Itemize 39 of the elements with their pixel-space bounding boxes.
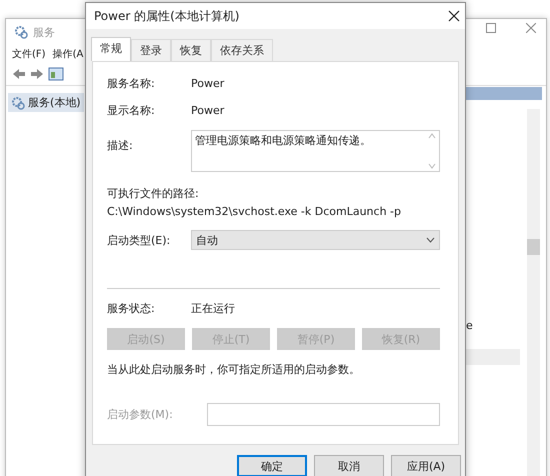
start-params-field[interactable]	[207, 403, 440, 426]
tab[interactable]: 登录	[131, 39, 171, 61]
field-label: 显示名称:	[107, 103, 156, 118]
status-value: 正在运行	[191, 301, 235, 316]
tab[interactable]: 依存关系	[211, 39, 273, 61]
tab[interactable]: 常规	[91, 37, 131, 61]
dialog-button[interactable]: 应用(A)	[391, 455, 461, 476]
field-value: Power	[191, 104, 224, 117]
scrollbar[interactable]	[527, 109, 540, 476]
scroll-up-icon[interactable]	[428, 133, 436, 139]
close-icon[interactable]	[447, 9, 461, 23]
window-title: 服务	[33, 24, 55, 40]
dialog-button[interactable]: 取消	[314, 455, 384, 476]
chevron-down-icon	[426, 237, 435, 243]
path-value: C:\Windows\system32\svchost.exe -k DcomLaunch -p	[107, 205, 402, 218]
console-tree-icon[interactable]	[48, 67, 64, 81]
menu-item[interactable]: 操作(A	[52, 47, 84, 61]
forward-icon[interactable]	[30, 68, 44, 80]
field-label: 启动类型(E):	[107, 232, 172, 248]
field-label: 可执行文件的路径:	[107, 186, 200, 201]
gear-icon	[14, 25, 28, 39]
field-value: Power	[191, 77, 224, 90]
description-box[interactable]: 管理电源策略和电源策略通知传递。	[191, 130, 440, 172]
field-label: 描述:	[107, 138, 134, 153]
menu-item[interactable]: 文件(F)	[12, 47, 46, 61]
startup-type-dropdown[interactable]: 自动	[191, 230, 440, 250]
field-label: 服务名称:	[107, 76, 156, 91]
maximize-icon[interactable]	[486, 23, 496, 33]
list-text: e	[466, 319, 473, 332]
field-label: 服务状态:	[107, 301, 156, 316]
field-label: 启动参数(M):	[107, 407, 174, 422]
gear-icon	[11, 96, 25, 110]
dialog-title: Power 的属性(本地计算机)	[94, 8, 240, 24]
tab[interactable]: 恢复	[171, 39, 211, 61]
dialog-button[interactable]: 确定	[237, 455, 307, 476]
tree-item[interactable]: 服务(本地)	[8, 93, 84, 112]
back-icon[interactable]	[12, 68, 26, 80]
scroll-down-icon[interactable]	[428, 163, 436, 169]
hint-text: 当从此处启动服务时，你可指定所适用的启动参数。	[107, 362, 361, 377]
